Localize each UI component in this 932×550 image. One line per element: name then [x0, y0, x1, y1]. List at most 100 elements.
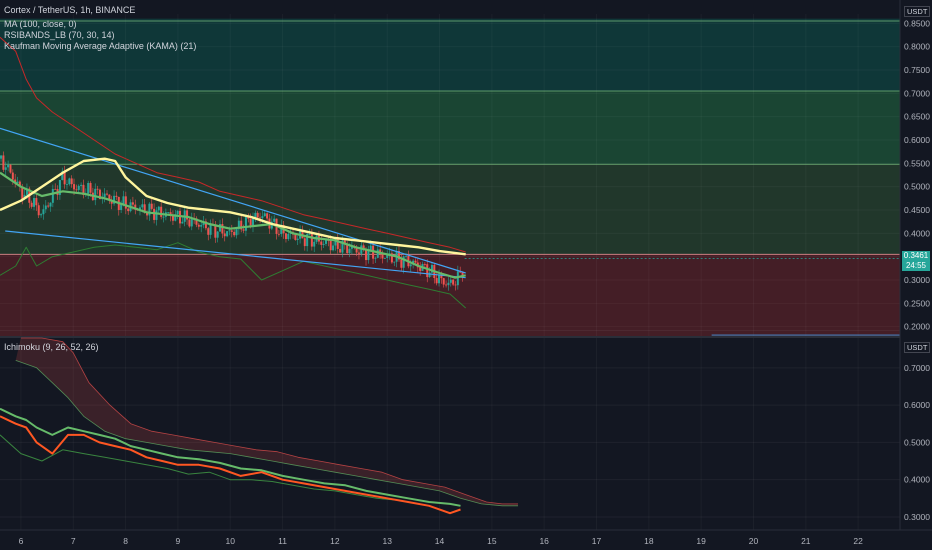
candle-body — [273, 218, 276, 222]
candle-body — [171, 215, 174, 221]
ichimoku-tick-label: 0.5000 — [904, 437, 930, 447]
candle-body — [131, 202, 134, 205]
price-tick-label: 0.7000 — [904, 88, 930, 98]
candle-body — [176, 210, 179, 215]
candle-body — [167, 212, 170, 214]
candle-body — [127, 208, 130, 212]
price-tick-label: 0.6000 — [904, 135, 930, 145]
candle-body — [445, 284, 448, 286]
time-tick-label: 18 — [644, 536, 654, 546]
candle-body — [346, 244, 349, 253]
current-price-value: 0.3461 — [903, 251, 929, 260]
candle-body — [42, 209, 45, 215]
legend-ichimoku[interactable]: Ichimoku (9, 26, 52, 26) — [4, 342, 99, 353]
candle-body — [230, 230, 233, 232]
candle-body — [400, 259, 403, 268]
legend-rsibands[interactable]: RSIBANDS_LB (70, 30, 14) — [4, 30, 115, 41]
ichimoku-tick-label: 0.3000 — [904, 512, 930, 522]
candle-body — [423, 264, 426, 265]
candle-body — [68, 178, 71, 185]
candle-body — [207, 228, 210, 235]
time-tick-label: 20 — [749, 536, 759, 546]
candle-body — [313, 241, 316, 247]
candle-body — [122, 196, 125, 205]
candle-body — [65, 184, 68, 186]
candle-body — [405, 255, 408, 257]
zone-1 — [0, 91, 900, 165]
candle-body — [89, 182, 92, 193]
candle-body — [329, 240, 332, 251]
candle-body — [259, 217, 262, 219]
ichimoku-tick-label: 0.6000 — [904, 400, 930, 410]
currency-badge-top: USDT — [904, 6, 931, 17]
price-tick-label: 0.2500 — [904, 298, 930, 308]
currency-badge-bottom: USDT — [904, 342, 931, 353]
time-tick-label: 22 — [853, 536, 863, 546]
candle-body — [310, 234, 313, 247]
zone-3 — [0, 254, 900, 336]
candle-body — [141, 204, 144, 208]
candle-body — [284, 233, 287, 240]
candle-body — [435, 278, 438, 284]
candle-body — [54, 188, 57, 190]
candle-body — [51, 188, 54, 203]
candle-body — [426, 264, 429, 278]
candle-body — [153, 208, 156, 220]
candle-body — [40, 214, 43, 216]
price-tick-label: 0.4000 — [904, 228, 930, 238]
candle-body — [73, 184, 76, 190]
time-tick-label: 13 — [382, 536, 392, 546]
candle-body — [223, 233, 226, 237]
symbol-title: Cortex / TetherUS, 1h, BINANCE — [4, 5, 136, 15]
time-tick-label: 12 — [330, 536, 340, 546]
candle-body — [106, 193, 109, 195]
candle-body — [367, 250, 370, 261]
ichimoku-tick-label: 0.7000 — [904, 363, 930, 373]
candle-body — [186, 210, 189, 220]
time-tick-label: 10 — [225, 536, 235, 546]
legend-kama[interactable]: Kaufman Moving Average Adaptive (KAMA) (… — [4, 41, 196, 52]
candle-body — [428, 272, 431, 278]
price-tick-label: 0.4500 — [904, 205, 930, 215]
price-tick-label: 0.8000 — [904, 42, 930, 52]
candle-body — [357, 252, 360, 254]
candle-body — [374, 257, 377, 259]
candle-body — [181, 221, 184, 224]
candle-body — [233, 231, 236, 236]
candle-body — [348, 248, 351, 253]
candle-body — [94, 188, 97, 201]
time-tick-label: 11 — [278, 536, 287, 546]
chart-canvas[interactable]: 0.8500 0.8000 0.7500 0.7000 0.6500 0.6000 0.55… — [0, 0, 932, 550]
price-tick-label: 0.7500 — [904, 65, 930, 75]
current-price-tag: 0.3461 24:55 — [902, 251, 930, 271]
time-tick-label: 16 — [539, 536, 549, 546]
price-tick-label: 0.2000 — [904, 322, 930, 332]
candle-body — [75, 189, 78, 191]
candle-body — [221, 224, 224, 234]
candle-body — [447, 282, 450, 286]
candle-body — [383, 258, 386, 259]
candle-body — [49, 202, 52, 207]
candle-body — [303, 238, 306, 247]
time-tick-label: 8 — [123, 536, 128, 546]
candle-body — [287, 233, 290, 240]
time-tick-label: 9 — [176, 536, 181, 546]
candle-body — [320, 241, 323, 245]
candle-body — [4, 167, 7, 170]
time-tick-label: 6 — [19, 536, 24, 546]
candle-body — [33, 198, 36, 207]
candle-body — [35, 198, 38, 206]
candle-body — [0, 155, 3, 159]
time-tick-label: 7 — [71, 536, 76, 546]
candle-body — [244, 215, 247, 231]
candle-body — [438, 275, 441, 284]
candle-body — [409, 264, 412, 267]
candle-body — [263, 213, 266, 217]
price-tick-label: 0.5500 — [904, 158, 930, 168]
candle-body — [242, 229, 245, 231]
candle-body — [261, 216, 264, 219]
candle-body — [197, 224, 200, 227]
candle-body — [96, 188, 99, 190]
candle-body — [235, 229, 238, 236]
legend-ma[interactable]: MA (100, close, 0) — [4, 19, 77, 30]
